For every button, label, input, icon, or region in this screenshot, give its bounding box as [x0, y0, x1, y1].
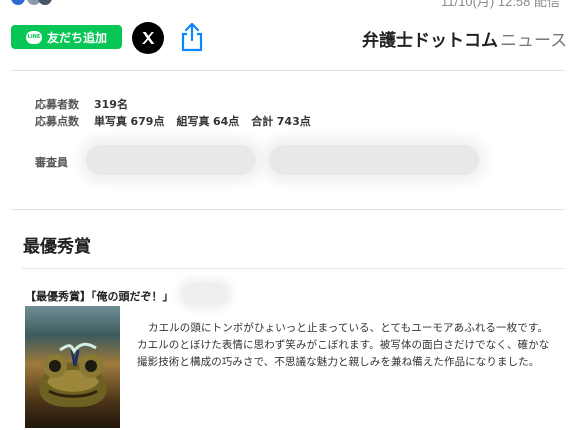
set-value: 64点 [212, 115, 240, 128]
award-photo[interactable] [25, 306, 120, 428]
judges-label: 審査員 [35, 156, 68, 169]
redacted-winner-name [182, 283, 228, 305]
award-title: 【最優秀賞】「俺の頭だぞ！」 [25, 290, 174, 303]
x-icon [142, 32, 155, 44]
applicants-row: 応募者数 319名 [35, 97, 311, 114]
line-add-friend-label: 友だち追加 [46, 30, 107, 45]
article-header: 11/10(月) 12:58 配信 LINE 友だち追加 弁護士ドットコム ニュー… [0, 0, 576, 64]
contest-stats: 応募者数 319名 応募点数 単写真 679点 組写真 64点 合計 743点 [35, 97, 311, 131]
single-value: 679点 [130, 115, 165, 128]
entries-row: 応募点数 単写真 679点 組写真 64点 合計 743点 [35, 114, 311, 131]
contest-info-card: 応募者数 319名 応募点数 単写真 679点 組写真 64点 合計 743点 審査員 [11, 70, 565, 210]
single-label: 単写真 [94, 115, 127, 128]
award-section-heading: 最優秀賞 [23, 237, 91, 257]
award-description: カエルの頭にトンボがひょいっと止まっている、とてもユーモアあふれる一枚です。カエ… [137, 322, 550, 368]
share-icon[interactable] [177, 21, 207, 53]
applicants-value: 319名 [94, 98, 128, 111]
redacted-judges-text-2 [269, 145, 479, 175]
brand-name: 弁護士ドットコム ニュース [362, 26, 567, 51]
total-value: 743点 [276, 115, 311, 128]
line-icon: LINE [25, 30, 42, 44]
applicants-label: 応募者数 [35, 98, 79, 111]
entries-label: 応募点数 [35, 115, 79, 128]
total-label: 合計 [251, 115, 274, 128]
brand-logo[interactable]: 弁護士ドットコム ニュース [356, 24, 567, 52]
frog-photo-illustration [39, 342, 107, 408]
redacted-judges-text-1 [86, 145, 256, 175]
cropped-author-avatars [10, 0, 54, 6]
publish-date: 11/10(月) 12:58 配信 [441, 0, 560, 9]
line-add-friend-button[interactable]: LINE 友だち追加 [11, 25, 122, 49]
x-share-button[interactable] [132, 22, 164, 54]
brand-name-suffix: ニュース [500, 30, 568, 51]
section-divider [22, 268, 564, 269]
brand-name-main: 弁護士ドットコム [362, 30, 498, 51]
set-label: 組写真 [176, 115, 210, 128]
